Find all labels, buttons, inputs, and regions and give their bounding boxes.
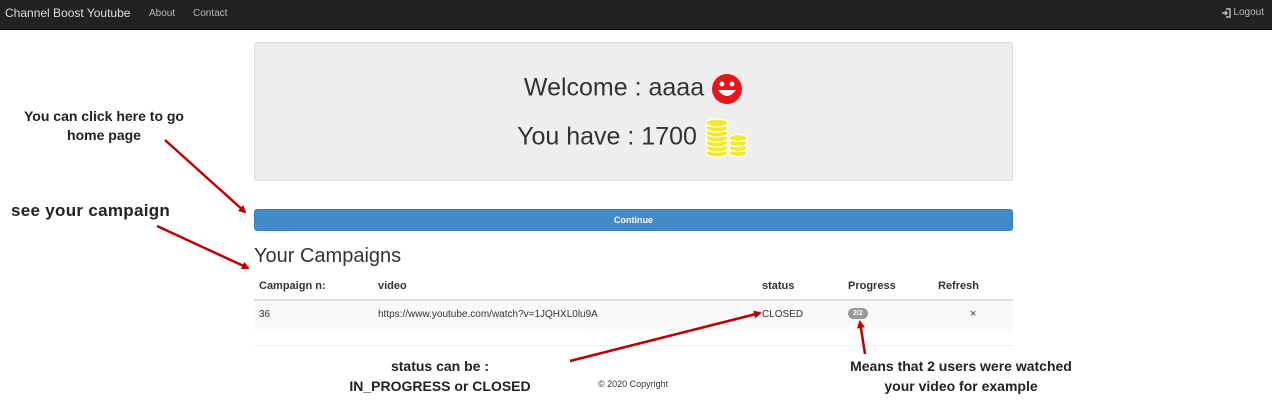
annotation-progress-line1: Means that 2 users were watched [850,358,1072,374]
coins-line: You have : 1700 [255,117,1012,159]
welcome-text: Welcome : aaaa [523,73,705,102]
footer-copyright: © 2020 Copyright [598,379,669,389]
campaigns-table: Campaign n: video status Progress Refres… [254,276,1013,331]
coins-icon [705,118,748,158]
logout-label: Logout [1233,7,1264,18]
smiley-icon [712,74,743,104]
progress-badge: 2/2 [848,308,868,319]
welcome-line: Welcome : aaaa [255,73,1012,105]
arrow-campaign [156,224,250,270]
continue-button[interactable]: Continue [254,209,1013,231]
brand-link[interactable]: Channel Boost Youtube [5,6,130,20]
table-header: Campaign n: video status Progress Refres… [254,276,1013,301]
annotation-campaign: see your campaign [11,201,171,220]
video-url-cell: https://www.youtube.com/watch?v=1JQHXL0l… [378,309,598,320]
annotation-status: status can be : IN_PROGRESS or CLOSED [320,356,560,396]
nav-contact-link[interactable]: Contact [193,8,227,19]
table-row: 36 https://www.youtube.com/watch?v=1JQHX… [254,301,1013,331]
column-header-status: status [762,280,795,292]
refresh-button[interactable]: × [970,308,976,320]
annotation-home: You can click here to go home page [23,108,184,143]
footer-divider [254,345,1013,346]
status-cell: CLOSED [762,309,804,320]
annotation-status-line1: status can be : [390,358,490,374]
campaign-id-cell: 36 [259,309,271,320]
column-header-progress: Progress [848,280,896,292]
navbar: Channel Boost Youtube About Contact Logo… [0,0,1272,30]
annotation-progress-line2: your video for example [884,378,1038,394]
logout-icon [1222,7,1232,18]
logout-link[interactable]: Logout [1221,7,1264,18]
arrow-home [164,139,247,214]
column-header-campaign: Campaign n: [259,280,326,292]
column-header-refresh: Refresh [938,280,979,292]
campaigns-title: Your Campaigns [254,245,402,267]
nav-about-link[interactable]: About [149,8,175,19]
coins-text: You have : 1700 [517,122,697,151]
column-header-video: video [378,280,407,292]
welcome-panel: Welcome : aaaa You have : 1700 [254,42,1013,181]
annotation-status-line2: IN_PROGRESS or CLOSED [349,378,531,394]
annotation-progress: Means that 2 users were watched your vid… [826,356,1096,396]
